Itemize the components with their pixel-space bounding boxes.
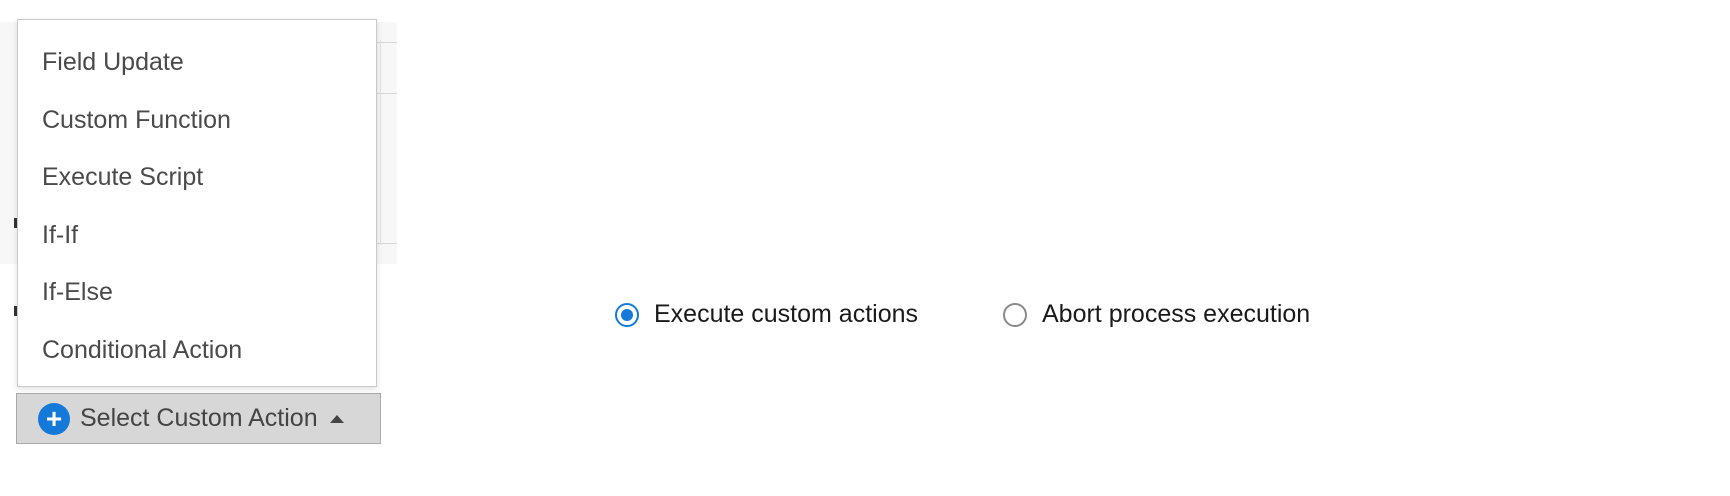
- background-divider-vertical: [380, 40, 381, 245]
- plus-icon: +: [38, 402, 70, 435]
- radio-unchecked-icon[interactable]: [1003, 302, 1027, 327]
- menu-item-custom-function[interactable]: Custom Function: [18, 92, 376, 150]
- radio-abort-process-execution[interactable]: Abort process execution: [1003, 300, 1310, 329]
- workflow-action-page: Field Update Custom Function Execute Scr…: [0, 0, 1730, 496]
- radio-label-execute-custom-actions: Execute custom actions: [654, 300, 919, 328]
- select-custom-action-button[interactable]: + Select Custom Action: [16, 393, 381, 444]
- menu-item-if-else[interactable]: If-Else: [18, 264, 376, 322]
- menu-item-if-if[interactable]: If-If: [18, 207, 376, 265]
- radio-checked-icon[interactable]: [615, 302, 639, 327]
- select-custom-action-label: Select Custom Action: [80, 404, 318, 432]
- radio-execute-custom-actions[interactable]: Execute custom actions: [615, 300, 918, 329]
- menu-item-execute-script[interactable]: Execute Script: [18, 149, 376, 207]
- radio-label-abort-process-execution: Abort process execution: [1042, 300, 1311, 328]
- menu-item-field-update[interactable]: Field Update: [18, 34, 376, 92]
- caret-up-icon: [329, 414, 344, 423]
- custom-action-dropdown-menu: Field Update Custom Function Execute Scr…: [17, 19, 377, 387]
- menu-item-conditional-action[interactable]: Conditional Action: [18, 322, 376, 380]
- radio-dot: [621, 308, 633, 321]
